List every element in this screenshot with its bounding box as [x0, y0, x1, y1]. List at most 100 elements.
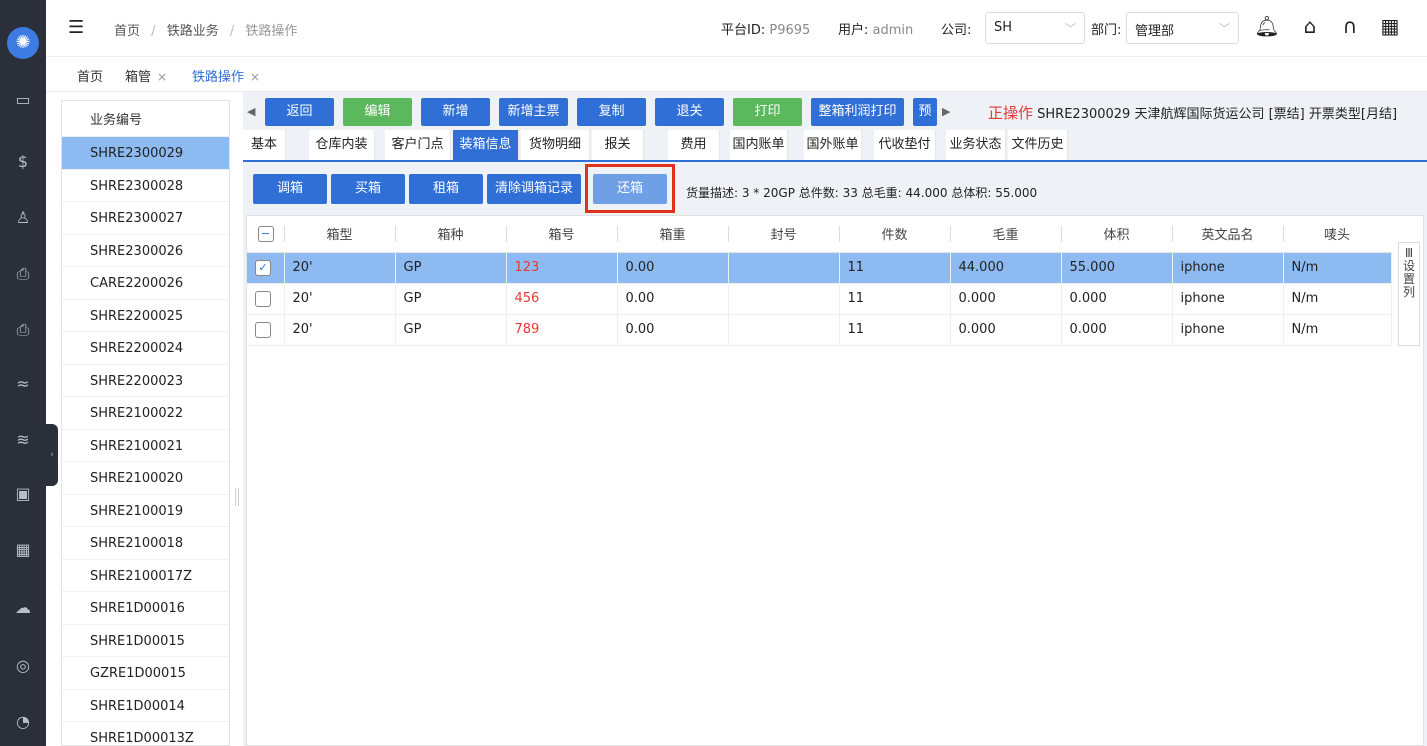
- table-header: − 箱型 箱种 箱号 箱重 封号 件数 毛重 体积 英文品名 唛头: [247, 216, 1391, 253]
- subtab[interactable]: 报关: [592, 130, 644, 160]
- row-checkbox[interactable]: [255, 290, 271, 307]
- subtab[interactable]: 仓库内装: [309, 130, 375, 160]
- cars-icon[interactable]: ≋: [0, 428, 46, 452]
- subtab[interactable]: 基本: [243, 130, 286, 160]
- column-header[interactable]: 箱重: [617, 216, 728, 253]
- dollar-doc-icon[interactable]: $: [0, 150, 46, 174]
- table-cell: 0.00: [617, 283, 729, 315]
- list-item[interactable]: SHRE2300027: [62, 202, 229, 235]
- transfer-box-button[interactable]: 调箱: [253, 174, 327, 204]
- profit-print-button[interactable]: 整箱利润打印: [811, 98, 904, 126]
- company-select[interactable]: SH ﹀: [985, 12, 1085, 44]
- rent-box-button[interactable]: 租箱: [409, 174, 483, 204]
- print-button[interactable]: 打印: [733, 98, 802, 126]
- subtab[interactable]: 货物明细: [521, 130, 590, 160]
- clear-transfer-record-button[interactable]: 清除调箱记录: [487, 174, 581, 204]
- list-item[interactable]: SHRE2100020: [62, 462, 229, 495]
- subtab[interactable]: 费用: [668, 130, 720, 160]
- list-item[interactable]: SHRE1D00014: [62, 690, 229, 722]
- column-header[interactable]: 箱种: [395, 216, 506, 253]
- grid-icon[interactable]: ▦: [0, 538, 46, 562]
- sidebar-collapse-handle[interactable]: ›: [46, 424, 58, 486]
- column-header[interactable]: 箱型: [284, 216, 395, 253]
- dept-select[interactable]: 管理部 ﹀: [1126, 12, 1239, 44]
- column-header[interactable]: 体积: [1061, 216, 1172, 253]
- tab-rail-operation[interactable]: 铁路操作 ×: [192, 66, 260, 85]
- container-table: − 箱型 箱种 箱号 箱重 封号 件数 毛重 体积 英文品名 唛头 ✓ 20' …: [246, 215, 1424, 746]
- list-item[interactable]: SHRE1D00015: [62, 625, 229, 657]
- train-icon[interactable]: ▣: [0, 482, 46, 506]
- column-settings-button[interactable]: Ⅲ 设置列: [1398, 242, 1420, 346]
- tab-home[interactable]: 首页: [77, 66, 103, 85]
- column-header[interactable]: 件数: [839, 216, 950, 253]
- list-item[interactable]: SHRE2300028: [62, 170, 229, 202]
- page-tabs: 首页 箱管 × 铁路操作 ×: [46, 57, 1427, 92]
- column-header[interactable]: 英文品名: [1172, 216, 1283, 253]
- subtab[interactable]: 文件历史: [1008, 130, 1068, 160]
- headset-icon[interactable]: ∩: [1337, 14, 1363, 38]
- subtab[interactable]: 代收垫付: [874, 130, 936, 160]
- printer-2-icon[interactable]: ⎙: [0, 318, 46, 342]
- pie-icon[interactable]: ◔: [0, 710, 46, 734]
- list-item[interactable]: SHRE2100018: [62, 527, 229, 560]
- preview-button[interactable]: 预: [913, 98, 937, 126]
- list-item[interactable]: SHRE2100017Z: [62, 560, 229, 592]
- cloud-upload-icon[interactable]: ☁: [0, 596, 46, 620]
- edit-button[interactable]: 编辑: [343, 98, 412, 126]
- subtab-active[interactable]: 装箱信息: [453, 130, 519, 160]
- list-item[interactable]: SHRE1D00013Z: [62, 722, 229, 745]
- row-checkbox[interactable]: ✓: [255, 259, 271, 276]
- table-row[interactable]: 20' GP 456 0.00 11 0.000 0.000 iphone N/…: [247, 283, 1392, 315]
- column-header[interactable]: 封号: [728, 216, 839, 253]
- cancel-clearance-button[interactable]: 退关: [655, 98, 724, 126]
- home-icon[interactable]: ⌂: [1297, 14, 1323, 38]
- panel-splitter[interactable]: [235, 488, 239, 506]
- row-checkbox[interactable]: [255, 321, 271, 338]
- table-cell: 55.000: [1061, 252, 1173, 284]
- column-header[interactable]: 箱号: [506, 216, 617, 253]
- close-icon[interactable]: ×: [157, 70, 167, 84]
- subtab[interactable]: 国内账单: [730, 130, 788, 160]
- users-icon[interactable]: ♙: [0, 206, 46, 230]
- column-header-label: 封号: [770, 228, 797, 244]
- select-all-checkbox[interactable]: −: [257, 225, 274, 242]
- bell-icon[interactable]: 🔔︎: [1254, 14, 1280, 38]
- subtab[interactable]: 国外账单: [804, 130, 862, 160]
- scroll-left-icon[interactable]: ◀: [247, 105, 255, 118]
- list-item[interactable]: SHRE2300026: [62, 235, 229, 267]
- add-button[interactable]: 新增: [421, 98, 490, 126]
- close-icon[interactable]: ×: [250, 70, 260, 84]
- column-header[interactable]: 毛重: [950, 216, 1061, 253]
- printer-icon[interactable]: ⎙: [0, 262, 46, 286]
- list-item[interactable]: GZRE1D00015: [62, 657, 229, 690]
- table-row[interactable]: ✓ 20' GP 123 0.00 11 44.000 55.000 iphon…: [247, 252, 1392, 284]
- list-item[interactable]: SHRE2100022: [62, 397, 229, 430]
- list-item[interactable]: SHRE2200023: [62, 365, 229, 397]
- breadcrumb-rail-business[interactable]: 铁路业务: [167, 24, 219, 39]
- list-item[interactable]: CARE2200026: [62, 267, 229, 300]
- list-item[interactable]: SHRE2100019: [62, 495, 229, 527]
- copy-button[interactable]: 复制: [577, 98, 646, 126]
- tab-box-management[interactable]: 箱管 ×: [125, 66, 167, 85]
- folder-icon[interactable]: ▭: [0, 88, 46, 112]
- add-master-button[interactable]: 新增主票: [499, 98, 568, 126]
- list-item[interactable]: SHRE2300029: [62, 137, 229, 170]
- list-item[interactable]: SHRE2100021: [62, 430, 229, 462]
- table-row[interactable]: 20' GP 789 0.00 11 0.000 0.000 iphone N/…: [247, 314, 1392, 346]
- column-header[interactable]: 唛头: [1283, 216, 1391, 253]
- menu-fold-icon[interactable]: ☰: [68, 17, 84, 38]
- apps-icon[interactable]: ▦: [1377, 14, 1403, 38]
- compass-logo-icon[interactable]: ✺: [7, 27, 39, 59]
- subtab[interactable]: 客户门点: [385, 130, 451, 160]
- back-button[interactable]: 返回: [265, 98, 334, 126]
- list-item[interactable]: SHRE2200025: [62, 300, 229, 332]
- subtab[interactable]: 业务状态: [946, 130, 1006, 160]
- list-item[interactable]: SHRE2200024: [62, 332, 229, 365]
- list-item[interactable]: SHRE1D00016: [62, 592, 229, 625]
- coin-icon[interactable]: ◎: [0, 654, 46, 678]
- action-toolbar: ◀ 返回 编辑 新增 新增主票 复制 退关 打印 整箱利润打印 预 ▶ 正操作 …: [243, 92, 1427, 130]
- buy-box-button[interactable]: 买箱: [331, 174, 405, 204]
- breadcrumb-home[interactable]: 首页: [114, 24, 140, 39]
- scroll-right-icon[interactable]: ▶: [942, 105, 950, 118]
- fish-icon[interactable]: ≈: [0, 372, 46, 396]
